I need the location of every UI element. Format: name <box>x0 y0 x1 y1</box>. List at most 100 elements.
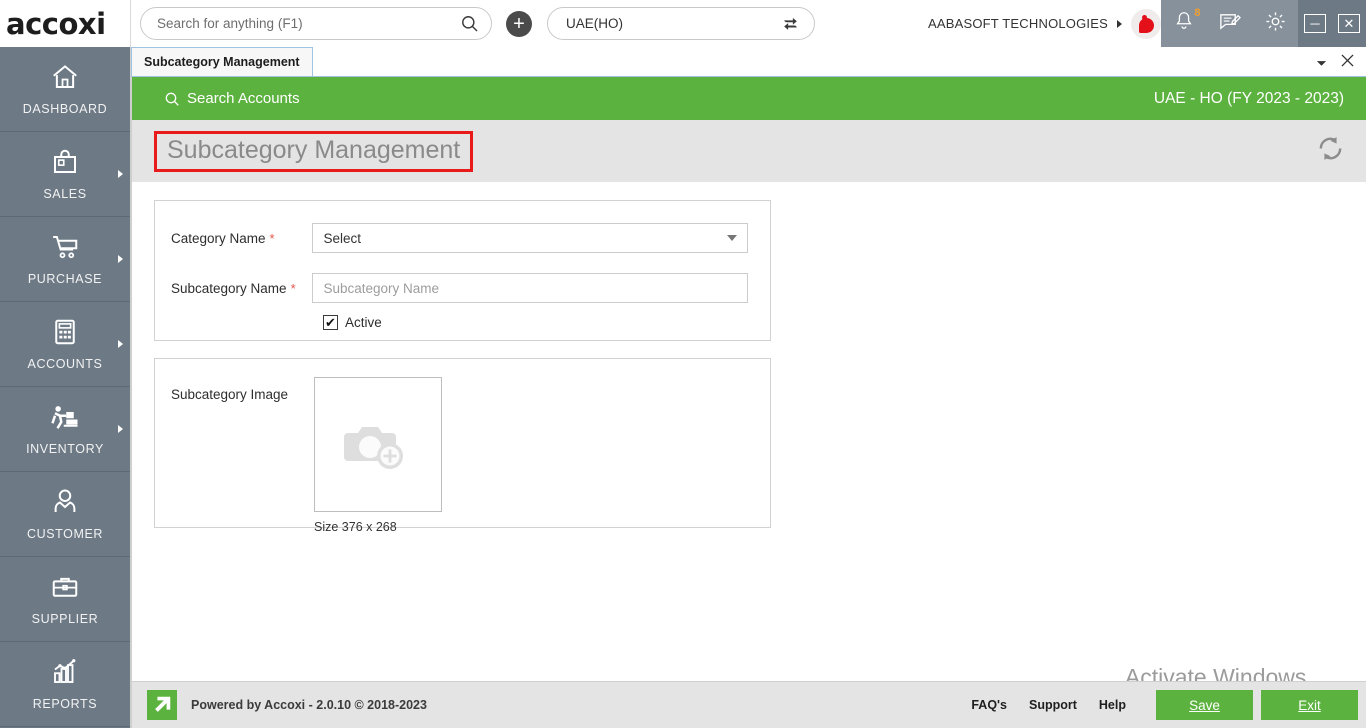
required-marker: * <box>291 281 296 296</box>
search-icon <box>460 14 479 33</box>
form-body: Category Name* Select Subcategory Name* … <box>132 182 1366 695</box>
subcategory-image-label: Subcategory Image <box>171 377 314 402</box>
subcategory-image-panel: Subcategory Image <box>154 358 771 528</box>
category-name-row: Category Name* Select <box>171 223 748 253</box>
category-name-select[interactable]: Select <box>312 223 748 253</box>
subcategory-name-input[interactable] <box>312 273 748 303</box>
refresh-icon[interactable] <box>1315 133 1346 169</box>
sidebar-item-supplier[interactable]: SUPPLIER <box>0 557 130 642</box>
submenu-arrow-icon <box>118 170 123 178</box>
footer-bar: Powered by Accoxi - 2.0.10 © 2018-2023 F… <box>131 681 1366 728</box>
sidebar-item-sales[interactable]: SALES <box>0 132 130 217</box>
exit-button-label: Exit <box>1298 698 1321 713</box>
footer-link-support[interactable]: Support <box>1029 698 1077 712</box>
required-marker: * <box>270 231 275 246</box>
search-accounts-button[interactable]: Search Accounts <box>164 90 300 107</box>
branch-selector[interactable]: UAE(HO) <box>547 7 815 40</box>
exit-button[interactable]: Exit <box>1261 690 1358 720</box>
shopping-bag-icon <box>49 147 81 182</box>
briefcase-icon <box>49 572 81 607</box>
user-avatar[interactable] <box>1131 9 1161 39</box>
sidebar-item-label: INVENTORY <box>26 442 104 456</box>
global-search[interactable] <box>140 7 492 40</box>
footer-link-help[interactable]: Help <box>1099 698 1126 712</box>
search-input[interactable] <box>157 16 460 31</box>
footer-buttons: Save Exit <box>1156 690 1358 720</box>
submenu-arrow-icon <box>118 425 123 433</box>
company-name: AABASOFT TECHNOLOGIES <box>928 16 1108 31</box>
powered-by-text: Powered by Accoxi - 2.0.10 © 2018-2023 <box>191 698 427 712</box>
close-icon[interactable] <box>1341 54 1354 72</box>
close-button[interactable]: ✕ <box>1338 14 1360 33</box>
green-action-bar: Search Accounts UAE - HO (FY 2023 - 2023… <box>132 77 1366 120</box>
fiscal-year-info: UAE - HO (FY 2023 - 2023) <box>1154 90 1344 108</box>
sidebar-item-reports[interactable]: REPORTS <box>0 642 130 727</box>
logo-text: accoxi <box>6 7 106 41</box>
notification-badge: 8 <box>1194 7 1200 19</box>
footer-link-faqs[interactable]: FAQ's <box>971 698 1007 712</box>
switch-branch-icon[interactable] <box>781 14 800 33</box>
search-accounts-label: Search Accounts <box>187 90 300 107</box>
sidebar-item-purchase[interactable]: PURCHASE <box>0 217 130 302</box>
chevron-down-icon <box>727 235 737 241</box>
save-button-label: Save <box>1189 698 1220 713</box>
sidebar-item-label: CUSTOMER <box>27 527 103 541</box>
bar-chart-icon <box>49 657 81 692</box>
warehouse-worker-icon <box>47 402 83 437</box>
page-title-highlight: Subcategory Management <box>154 131 473 172</box>
subcategory-name-row: Subcategory Name* <box>171 273 748 303</box>
sidebar-item-label: ACCOUNTS <box>28 357 103 371</box>
company-switcher[interactable]: AABASOFT TECHNOLOGIES <box>928 0 1161 47</box>
message-note-icon[interactable] <box>1218 10 1241 38</box>
minimize-button[interactable]: ─ <box>1304 14 1326 33</box>
subcategory-form-panel: Category Name* Select Subcategory Name* … <box>154 200 771 341</box>
image-upload-column: Size 376 x 268 <box>314 377 442 534</box>
sidebar-item-dashboard[interactable]: DASHBOARD <box>0 47 130 132</box>
tab-label: Subcategory Management <box>144 55 300 69</box>
calculator-icon <box>50 317 80 352</box>
caret-right-icon <box>1117 20 1122 28</box>
image-upload-row: Subcategory Image <box>171 377 748 534</box>
tab-strip: Subcategory Management <box>131 47 1366 77</box>
sidebar-item-label: DASHBOARD <box>23 102 108 116</box>
person-icon <box>50 487 80 522</box>
branch-value: UAE(HO) <box>566 16 781 31</box>
main-sidebar: DASHBOARD SALES PU <box>0 47 131 728</box>
camera-add-icon <box>342 415 414 475</box>
accoxi-arrow-icon <box>147 690 177 720</box>
sidebar-item-label: PURCHASE <box>28 272 102 286</box>
tab-subcategory-management[interactable]: Subcategory Management <box>131 47 313 76</box>
add-new-button[interactable]: + <box>506 11 532 37</box>
topbar-icon-strip: 8 <box>1161 0 1298 47</box>
tab-controls <box>1316 54 1366 76</box>
submenu-arrow-icon <box>118 340 123 348</box>
active-checkbox-row: ✔ Active <box>323 315 748 330</box>
page-title-bar: Subcategory Management <box>132 120 1366 182</box>
sidebar-item-customer[interactable]: CUSTOMER <box>0 472 130 557</box>
active-checkbox-label: Active <box>345 315 382 330</box>
subcategory-image-dropzone[interactable] <box>314 377 442 512</box>
settings-gear-icon[interactable] <box>1264 10 1287 38</box>
chevron-down-icon[interactable] <box>1316 54 1327 72</box>
window-controls: ─ ✕ <box>1298 0 1366 47</box>
top-bar: accoxi + UAE(HO) AABASOFT TECHNOLOGIES <box>0 0 1366 48</box>
sidebar-item-inventory[interactable]: INVENTORY <box>0 387 130 472</box>
home-icon <box>48 62 82 97</box>
sidebar-item-accounts[interactable]: ACCOUNTS <box>0 302 130 387</box>
sidebar-item-label: REPORTS <box>33 697 97 711</box>
main-content: Search Accounts UAE - HO (FY 2023 - 2023… <box>131 77 1366 728</box>
image-size-hint: Size 376 x 268 <box>314 520 442 534</box>
footer-actions: FAQ's Support Help Save Exit <box>971 682 1366 728</box>
active-checkbox[interactable]: ✔ <box>323 315 338 330</box>
notification-bell-icon[interactable]: 8 <box>1173 10 1195 37</box>
save-button[interactable]: Save <box>1156 690 1253 720</box>
category-name-label: Category Name* <box>171 231 312 246</box>
sidebar-item-label: SALES <box>43 187 86 201</box>
subcategory-name-label: Subcategory Name* <box>171 281 312 296</box>
category-name-value: Select <box>323 231 361 246</box>
submenu-arrow-icon <box>118 255 123 263</box>
shopping-cart-icon <box>48 232 82 267</box>
page-title: Subcategory Management <box>167 136 460 164</box>
search-icon <box>164 91 180 107</box>
app-logo[interactable]: accoxi <box>0 0 131 47</box>
